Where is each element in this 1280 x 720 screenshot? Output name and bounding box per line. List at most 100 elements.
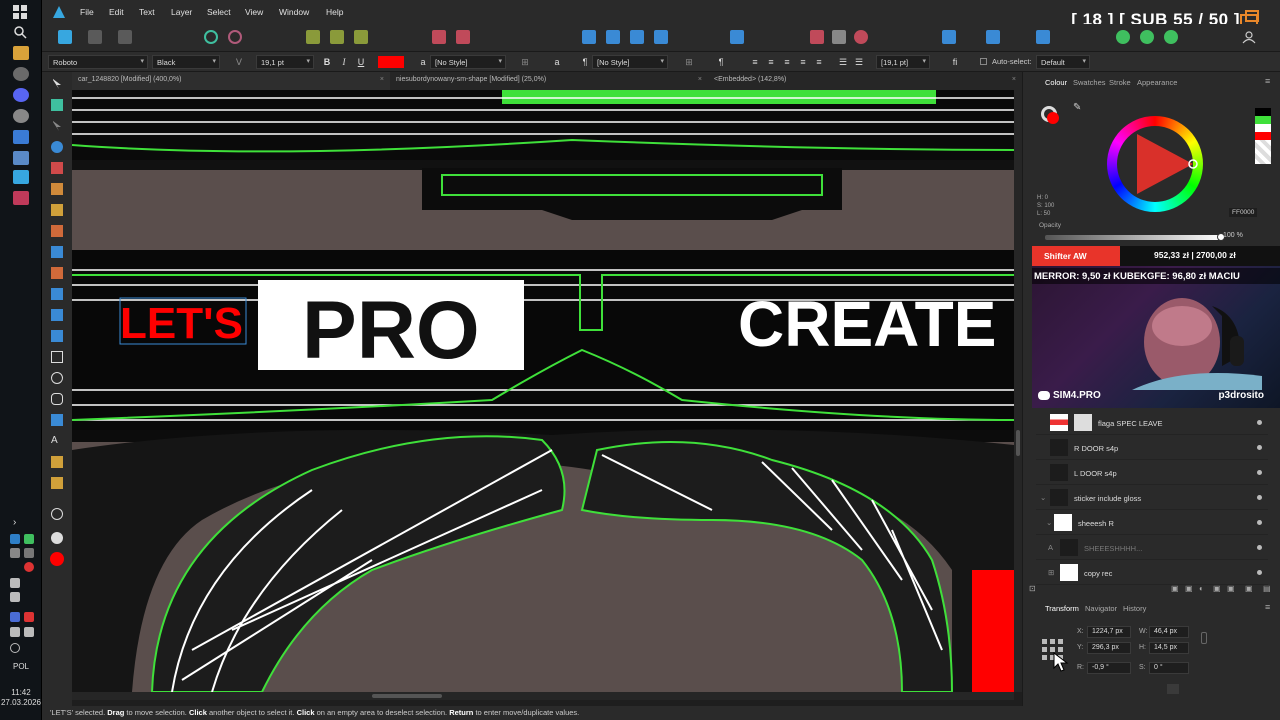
panel-menu-icon[interactable]: ≡ <box>1265 602 1270 612</box>
tool-icon[interactable] <box>1140 30 1154 44</box>
visibility-icon[interactable] <box>1257 520 1262 525</box>
visibility-icon[interactable] <box>1257 445 1262 450</box>
h-field[interactable]: 14,5 px <box>1149 642 1189 654</box>
layer-row[interactable]: flaga SPEC LEAVE <box>1036 410 1268 435</box>
tool-icon[interactable] <box>1164 30 1178 44</box>
tray-icon[interactable] <box>10 534 20 544</box>
w-field[interactable]: 46,4 px <box>1149 626 1189 638</box>
align-icon[interactable] <box>730 30 744 44</box>
record-icon[interactable] <box>24 562 34 572</box>
close-icon[interactable]: × <box>1012 76 1016 83</box>
tray-icon[interactable] <box>24 548 34 558</box>
tray-icon[interactable] <box>10 548 20 558</box>
arrange-icon[interactable] <box>630 30 644 44</box>
auto-select-select[interactable]: Default ▾ <box>1036 55 1090 69</box>
leading-field[interactable]: [19,1 pt] ▾ <box>876 55 930 69</box>
character-icon[interactable]: a <box>550 55 564 69</box>
artboard-tool-icon[interactable] <box>51 99 63 111</box>
flip-icon[interactable] <box>582 30 596 44</box>
snap-icon[interactable] <box>306 30 320 44</box>
settings-icon[interactable] <box>10 643 20 653</box>
menu-edit[interactable]: Edit <box>109 7 124 17</box>
font-style-select[interactable]: Black ▾ <box>152 55 220 69</box>
x-field[interactable]: 1224,7 px <box>1087 626 1131 638</box>
chevron-right-icon[interactable]: › <box>13 517 29 531</box>
gear-icon[interactable] <box>228 30 242 44</box>
tray-icon[interactable] <box>10 612 20 622</box>
pixel-persona-icon[interactable] <box>88 30 102 44</box>
ligature-button[interactable]: fi <box>948 55 962 69</box>
layer-action-icon[interactable]: ▣ <box>1185 584 1193 593</box>
contour-tool-icon[interactable] <box>51 141 63 153</box>
close-icon[interactable]: × <box>698 76 702 83</box>
layer-action-icon[interactable]: ▣ <box>1245 584 1253 593</box>
rounded-rect-tool-icon[interactable] <box>51 393 63 405</box>
justify-icon[interactable]: ≡ <box>796 55 810 69</box>
layer-row[interactable]: L DOOR s4p <box>1036 460 1268 485</box>
tab-navigator[interactable]: Navigator <box>1085 604 1117 613</box>
tab-stroke[interactable]: Stroke <box>1109 78 1131 87</box>
ellipse-tool-icon[interactable] <box>51 372 63 384</box>
opacity-slider[interactable] <box>1045 233 1225 241</box>
bullet-list-icon[interactable]: ☰ <box>836 55 850 69</box>
visibility-icon[interactable] <box>1257 570 1262 575</box>
font-family-select[interactable]: Roboto ▾ <box>48 55 148 69</box>
user-icon[interactable] <box>1242 30 1256 44</box>
colour-wheel[interactable] <box>1107 116 1203 212</box>
layer-action-icon[interactable]: ◐ <box>1199 584 1204 593</box>
boolean-icon[interactable] <box>432 30 446 44</box>
tab-history[interactable]: History <box>1123 604 1146 613</box>
chevron-down-icon[interactable]: ⌄ <box>1046 518 1052 527</box>
delete-layer-icon[interactable]: ▤ <box>1263 584 1271 593</box>
tab-swatches[interactable]: Swatches <box>1073 78 1106 87</box>
visibility-icon[interactable] <box>1257 420 1262 425</box>
tool-icon[interactable] <box>1036 30 1050 44</box>
layer-row[interactable]: ⌄ sticker include gloss <box>1036 485 1268 510</box>
vertical-scrollbar[interactable] <box>1014 90 1022 692</box>
vector-crop-tool-icon[interactable] <box>51 330 63 342</box>
rotation-field[interactable]: -0,9 ° <box>1087 662 1131 674</box>
align-right-icon[interactable]: ≡ <box>780 55 794 69</box>
flip-icon[interactable] <box>606 30 620 44</box>
export-persona-icon[interactable] <box>118 30 132 44</box>
paragraph-style-select[interactable]: [No Style] ▾ <box>592 55 668 69</box>
recent-colours[interactable] <box>1255 108 1271 164</box>
menu-select[interactable]: Select <box>207 7 231 17</box>
text-tool-icon[interactable]: A <box>51 435 63 447</box>
app-icon[interactable] <box>13 67 29 81</box>
clear-style-icon[interactable]: ⊞ <box>518 55 532 69</box>
tool-icon[interactable] <box>1116 30 1130 44</box>
align-left-icon[interactable]: ≡ <box>748 55 762 69</box>
tray-icon[interactable] <box>10 578 20 588</box>
affinity-designer-icon[interactable] <box>13 170 29 184</box>
tool-icon[interactable] <box>832 30 846 44</box>
lets-text[interactable]: LET'S <box>120 299 243 348</box>
tab-document[interactable]: niesubordynowany-sm-shape [Modified] (25… <box>390 72 708 90</box>
place-tool-icon[interactable] <box>51 309 63 321</box>
tool-icon[interactable] <box>942 30 956 44</box>
stroke-color-icon[interactable] <box>51 532 63 544</box>
settings-icon[interactable] <box>204 30 218 44</box>
visibility-icon[interactable] <box>1257 495 1262 500</box>
mask-icon[interactable] <box>810 30 824 44</box>
lock-aspect-icon[interactable] <box>1201 632 1207 644</box>
pen-tool-icon[interactable] <box>51 162 63 174</box>
layer-row[interactable]: A SHEEESHHHH... <box>1036 535 1268 560</box>
visibility-icon[interactable] <box>1257 545 1262 550</box>
underline-button[interactable]: U <box>354 55 368 69</box>
fill-color-icon[interactable] <box>50 552 64 566</box>
move-tool-icon[interactable] <box>51 78 63 90</box>
chevron-down-icon[interactable]: ⌄ <box>1040 493 1046 502</box>
transform-option-icon[interactable] <box>1167 684 1179 694</box>
fill-stroke-swatch[interactable] <box>1041 106 1061 126</box>
pencil-tool-icon[interactable] <box>51 183 63 195</box>
pro-text[interactable]: PRO <box>302 285 480 376</box>
tray-icon[interactable] <box>10 592 20 602</box>
file-explorer-icon[interactable] <box>13 46 29 60</box>
app-icon[interactable] <box>13 130 29 144</box>
scroll-thumb[interactable] <box>1016 430 1020 456</box>
menu-layer[interactable]: Layer <box>171 7 192 17</box>
horizontal-scrollbar[interactable] <box>72 692 1014 700</box>
justify-all-icon[interactable]: ≡ <box>812 55 826 69</box>
zoom-tool-icon[interactable] <box>51 508 63 520</box>
